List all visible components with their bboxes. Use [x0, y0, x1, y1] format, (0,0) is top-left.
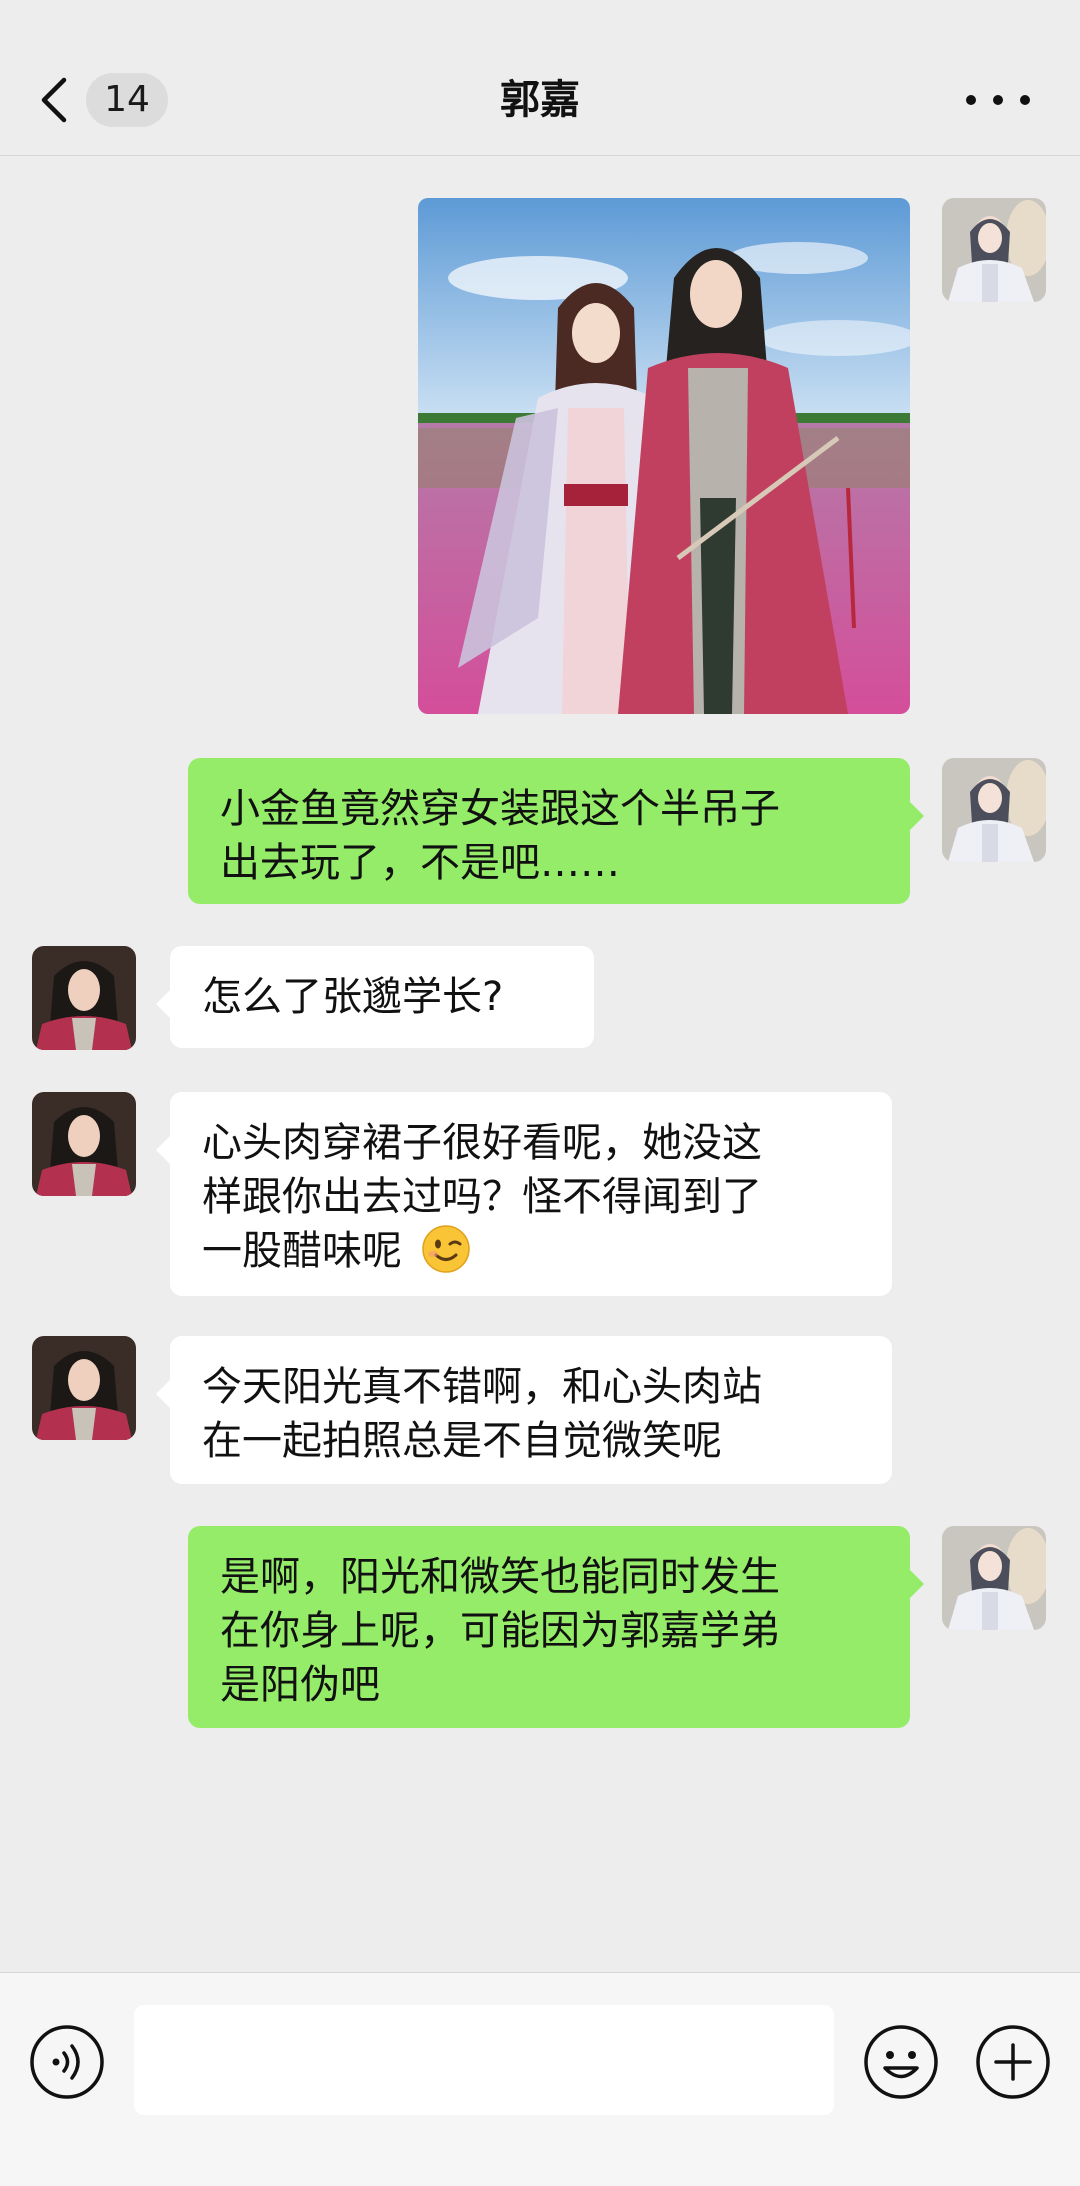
chat-header: 14 郭嘉 [0, 0, 1080, 156]
emoji-icon [864, 2025, 938, 2099]
dot-icon [993, 95, 1003, 105]
message-text-line: 今天阳光真不错啊，和心头肉站 [202, 1364, 762, 1410]
message-input-bar [0, 1972, 1080, 2186]
message-bubble-sent[interactable]: 是啊，阳光和微笑也能同时发生 在你身上呢，可能因为郭嘉学弟 是阳伪吧 [188, 1526, 924, 1728]
unread-count-badge[interactable]: 14 [86, 73, 168, 127]
contact-avatar[interactable] [32, 946, 136, 1050]
message-bubble-received[interactable]: 今天阳光真不错啊，和心头肉站 在一起拍照总是不自觉微笑呢 [156, 1336, 892, 1484]
message-input[interactable] [134, 2005, 834, 2115]
message-text-line: 在一起拍照总是不自觉微笑呢 [202, 1418, 722, 1464]
message-text-line: 出去玩了，不是吧…… [220, 840, 620, 886]
contact-avatar[interactable] [32, 1092, 136, 1196]
more-options-button[interactable] [966, 86, 1030, 114]
voice-icon [30, 2025, 104, 2099]
chat-screen: 14 郭嘉 小金鱼竟然穿女装跟这个半吊子 出去玩了，不是吧…… 怎么了张邈学长?… [0, 0, 1080, 2186]
message-text-line: 样跟你出去过吗？怪不得闻到了 [202, 1174, 762, 1220]
contact-avatar[interactable] [32, 1336, 136, 1440]
message-bubble-received[interactable]: 心头肉穿裙子很好看呢，她没这 样跟你出去过吗？怪不得闻到了 一股醋味呢 [156, 1092, 892, 1296]
message-text-line: 一股醋味呢 [202, 1228, 402, 1274]
message-text-line: 是啊，阳光和微笑也能同时发生 [220, 1554, 780, 1600]
message-text-row: 一股醋味呢 [202, 1224, 856, 1278]
dot-icon [1020, 95, 1030, 105]
my-avatar[interactable] [942, 1526, 1046, 1630]
voice-button[interactable] [28, 2023, 106, 2101]
message-text-line: 在你身上呢，可能因为郭嘉学弟 [220, 1608, 780, 1654]
message-bubble-received[interactable]: 怎么了张邈学长? [156, 946, 594, 1048]
photo-image [418, 198, 910, 714]
page-title: 郭嘉 [500, 77, 580, 123]
more-functions-button[interactable] [974, 2023, 1052, 2101]
message-text-line: 小金鱼竟然穿女装跟这个半吊子 [220, 786, 780, 832]
message-text-line: 心头肉穿裙子很好看呢，她没这 [202, 1120, 762, 1166]
back-button[interactable] [34, 72, 74, 128]
message-text-line: 是阳伪吧 [220, 1662, 380, 1708]
winking-face-icon [421, 1225, 470, 1273]
message-bubble-sent[interactable]: 小金鱼竟然穿女装跟这个半吊子 出去玩了，不是吧…… [188, 758, 924, 904]
emoji-button[interactable] [862, 2023, 940, 2101]
photo-message[interactable] [418, 198, 910, 714]
plus-icon [976, 2025, 1050, 2099]
message-text-line: 怎么了张邈学长? [202, 974, 504, 1020]
chevron-left-icon [41, 77, 67, 123]
dot-icon [966, 95, 976, 105]
my-avatar[interactable] [942, 198, 1046, 302]
my-avatar[interactable] [942, 758, 1046, 862]
